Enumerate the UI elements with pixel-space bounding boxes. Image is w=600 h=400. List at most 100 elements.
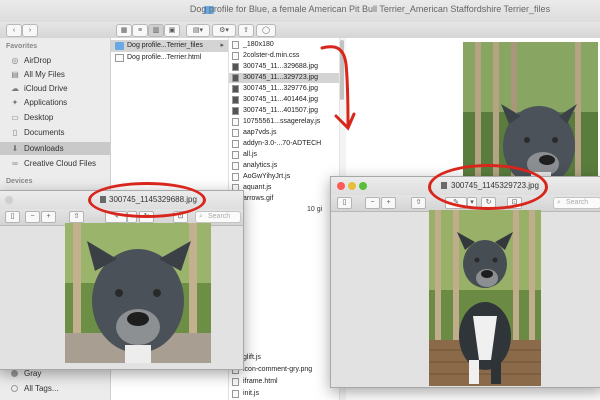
search-field[interactable]: ⌕ Search <box>195 211 241 223</box>
list-item-label: Dog profile...Terrier_files <box>127 42 203 49</box>
list-item[interactable]: arrows.gif <box>229 194 339 204</box>
zoom-in-icon: + <box>386 199 391 206</box>
icon-view-button[interactable]: ▦ <box>116 24 132 37</box>
column-view-button[interactable]: ▥ <box>148 24 164 37</box>
zoom-in-button[interactable]: + <box>41 211 56 223</box>
sidebar-item-applications[interactable]: ✦ Applications <box>0 96 110 109</box>
search-placeholder: Search <box>208 213 231 220</box>
preview-image-area <box>331 210 600 387</box>
list-item[interactable]: Dog profile...Terrier.html <box>111 52 228 64</box>
zoom-out-button[interactable]: − <box>25 211 40 223</box>
sidebar-item-downloads[interactable]: ⬇ Downloads <box>0 142 110 155</box>
list-item-label: AoGwYihyJrt.js <box>243 173 291 180</box>
js-file-icon <box>232 173 239 181</box>
share-button[interactable]: ⇧ <box>238 24 254 37</box>
downloads-icon: ⬇ <box>11 144 19 153</box>
tag-icon: ◯ <box>262 27 270 34</box>
html-file-icon <box>232 378 239 386</box>
sidebar-item-airdrop[interactable]: ◎ AirDrop <box>0 54 110 67</box>
list-item[interactable]: analytics.js <box>229 161 339 171</box>
list-item[interactable]: aquant.js <box>229 183 339 193</box>
search-field[interactable]: ⌕ Search <box>553 197 600 209</box>
arrange-button[interactable]: ▤▾ <box>186 24 210 37</box>
list-item[interactable]: icon-comment-gry.png <box>229 365 339 375</box>
sidebar-item-documents[interactable]: ▯ Documents <box>0 126 110 139</box>
js-file-icon <box>232 118 239 126</box>
list-item-label: glift.js <box>243 354 261 361</box>
cover-flow-button[interactable]: ▣ <box>164 24 180 37</box>
list-item[interactable]: AoGwYihyJrt.js <box>229 172 339 182</box>
zoom-in-button[interactable]: + <box>381 197 396 209</box>
sidebar-item-label: All Tags... <box>24 384 59 393</box>
list-item-label: aquant.js <box>243 184 272 191</box>
css-file-icon <box>232 52 239 60</box>
list-item-label: 300745_11...401464.jpg <box>243 96 318 103</box>
jpg-file-icon <box>232 96 239 104</box>
sidebar-item-all-my-files[interactable]: ▤ All My Files <box>0 68 110 81</box>
dog-photo <box>65 223 211 363</box>
list-item-label: init.js <box>243 390 259 397</box>
sidebar-item-label: Desktop <box>24 113 54 122</box>
chevron-left-icon: ‹ <box>12 27 16 34</box>
sidebar-item-icloud-drive[interactable]: ☁ iCloud Drive <box>0 82 110 95</box>
list-item-label: 300745_11...401507.jpg <box>243 107 318 114</box>
sidebar-icon: ▯ <box>342 199 347 206</box>
list-item-label: 300745_11...329688.jpg <box>243 63 318 70</box>
file-size-fragment: 10 gi <box>307 206 323 213</box>
list-item-label: addyn-3.0-...70-ADTECH <box>243 140 322 147</box>
sidebar-item-creative-cloud-files[interactable]: ∞ Creative Cloud Files <box>0 157 110 170</box>
sidebar-item-label: AirDrop <box>24 56 52 65</box>
list-item[interactable]: addyn-3.0-...70-ADTECH <box>229 139 339 149</box>
finder-toolbar: ‹ › ▦ ≡ ▥ ▣ ▤▾ ⚙▾ ⇧ ◯ <box>0 22 600 39</box>
creative-cloud-icon: ∞ <box>12 159 18 168</box>
sidebar-header-favorites: Favorites <box>6 43 38 50</box>
action-button[interactable]: ⚙▾ <box>212 24 236 37</box>
list-item[interactable]: init.js <box>229 389 339 399</box>
list-item-label: arrows.gif <box>243 195 274 202</box>
preview-image-area <box>0 223 243 369</box>
list-view-button[interactable]: ≡ <box>132 24 148 37</box>
search-icon: ⌕ <box>557 199 561 206</box>
zoom-button[interactable] <box>359 182 367 190</box>
jpg-file-icon <box>232 63 239 71</box>
grid-icon: ▦ <box>120 27 128 34</box>
sidebar-toggle-button[interactable]: ▯ <box>5 211 20 223</box>
minimize-button[interactable] <box>348 182 356 190</box>
sidebar-item-label: Creative Cloud Files <box>24 159 97 168</box>
share-icon: ⇧ <box>415 199 422 206</box>
close-button[interactable] <box>337 182 345 190</box>
preview-thumbnail <box>463 42 598 182</box>
zoom-out-icon: − <box>30 213 35 220</box>
search-icon: ⌕ <box>199 213 203 220</box>
jpg-file-icon <box>232 107 239 115</box>
sidebar-tag-all-tags[interactable]: All Tags... <box>0 382 110 395</box>
jpg-file-icon <box>232 74 239 82</box>
sidebar-item-label: Documents <box>24 128 65 137</box>
finder-titlebar: Dog profile for Blue, a female American … <box>0 0 600 23</box>
zoom-out-button[interactable]: − <box>365 197 380 209</box>
list-item-label: 300745_11...329776.jpg <box>243 85 318 92</box>
js-file-icon <box>232 151 239 159</box>
back-button[interactable]: ‹ <box>6 24 22 37</box>
tags-button[interactable]: ◯ <box>256 24 276 37</box>
share-button[interactable]: ⇧ <box>411 197 426 209</box>
js-file-icon <box>232 129 239 137</box>
cloud-icon: ☁ <box>11 84 19 93</box>
list-item-label: analytics.js <box>243 162 278 169</box>
chevron-right-icon: › <box>28 27 32 34</box>
list-item[interactable]: all.js <box>229 150 339 160</box>
close-button[interactable] <box>5 196 13 204</box>
forward-button[interactable]: › <box>22 24 38 37</box>
list-item-label: 2colster-d.min.css <box>243 52 300 59</box>
sidebar-item-desktop[interactable]: ▭ Desktop <box>0 111 110 124</box>
folder-icon <box>115 42 124 50</box>
list-item[interactable]: iframe.html <box>229 377 339 387</box>
sidebar-toggle-button[interactable]: ▯ <box>337 197 352 209</box>
all-files-icon: ▤ <box>11 70 19 79</box>
list-item[interactable]: Dog profile...Terrier_files ▸ <box>111 40 228 52</box>
search-placeholder: Search <box>566 199 589 206</box>
share-button[interactable]: ⇧ <box>69 211 84 223</box>
list-icon: ≡ <box>137 27 143 34</box>
finder-title: Dog profile for Blue, a female American … <box>189 4 551 14</box>
list-item[interactable]: glift.js <box>229 353 339 363</box>
